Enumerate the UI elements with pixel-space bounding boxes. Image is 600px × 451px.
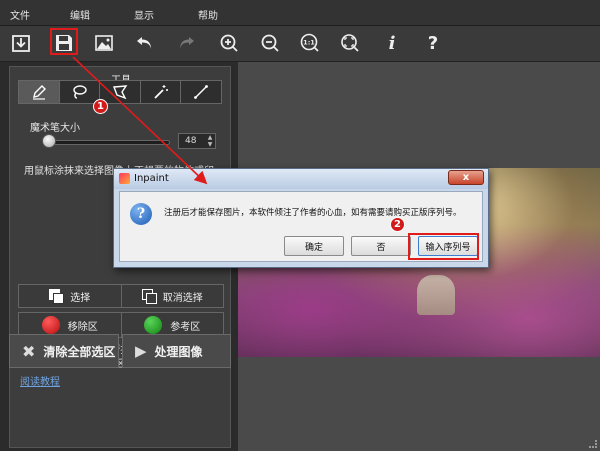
fit-screen-icon[interactable] bbox=[337, 30, 363, 56]
step-2-badge: 2 bbox=[390, 217, 405, 232]
line-icon[interactable] bbox=[181, 81, 221, 103]
process-label: 处理图像 bbox=[154, 344, 203, 359]
serial-highlight-box bbox=[408, 233, 479, 260]
red-dot-icon bbox=[41, 316, 60, 334]
magic-wand-icon[interactable] bbox=[141, 81, 182, 103]
deselect-button[interactable]: 取消选择 bbox=[122, 285, 224, 307]
deselect-label: 取消选择 bbox=[162, 292, 203, 304]
menu-bar: 文件 编辑 显示 帮助 bbox=[0, 0, 600, 26]
select-button[interactable]: 选择 bbox=[19, 285, 122, 307]
clear-all-selection-button[interactable]: ✖ 清除全部选区 bbox=[9, 334, 119, 368]
tool-selector bbox=[18, 80, 222, 104]
help-icon[interactable]: ? bbox=[420, 30, 446, 56]
step-1-badge: 1 bbox=[93, 99, 108, 114]
close-icon[interactable]: x bbox=[448, 170, 484, 185]
toolbar: 1:1 i ? bbox=[0, 26, 600, 62]
clear-all-label: 清除全部选区 bbox=[43, 344, 116, 359]
zoom-in-icon[interactable] bbox=[216, 30, 242, 56]
open-file-icon[interactable] bbox=[8, 30, 34, 56]
close-x-icon: ✖ bbox=[22, 341, 36, 361]
polygon-lasso-icon[interactable] bbox=[100, 81, 141, 103]
green-dot-icon bbox=[144, 316, 163, 334]
spin-up-icon[interactable]: ▲ bbox=[206, 134, 214, 141]
spin-down-icon[interactable]: ▼ bbox=[206, 141, 214, 148]
brush-size-value: 48 bbox=[185, 136, 197, 146]
deselect-icon bbox=[141, 288, 157, 304]
save-highlight-box bbox=[50, 28, 78, 55]
remove-area-label: 移除区 bbox=[67, 321, 98, 333]
menu-file[interactable]: 文件 bbox=[10, 7, 30, 22]
resize-grip[interactable] bbox=[589, 440, 597, 448]
selection-buttons: 选择 取消选择 bbox=[18, 284, 224, 308]
actual-size-label: 1:1 bbox=[303, 39, 315, 47]
process-image-button[interactable]: ▶ 处理图像 bbox=[122, 334, 231, 368]
image-icon[interactable] bbox=[91, 30, 117, 56]
no-button[interactable]: 否 bbox=[351, 236, 411, 256]
brush-size-slider[interactable] bbox=[44, 140, 170, 145]
ok-button[interactable]: 确定 bbox=[284, 236, 344, 256]
question-icon: ? bbox=[130, 203, 152, 225]
undo-icon[interactable] bbox=[132, 30, 158, 56]
menu-view[interactable]: 显示 bbox=[134, 7, 154, 22]
lasso-icon[interactable] bbox=[60, 81, 101, 103]
dialog-message: 注册后才能保存图片，本软件倾注了作者的心血，如有需要请购买正版序列号。 bbox=[164, 208, 462, 218]
select-label: 选择 bbox=[70, 292, 91, 304]
menu-help[interactable]: 帮助 bbox=[198, 7, 218, 22]
redo-icon[interactable] bbox=[173, 30, 199, 56]
dialog-title-bar[interactable]: Inpaint x bbox=[114, 169, 488, 189]
dialog-title: Inpaint bbox=[134, 173, 169, 184]
menu-edit[interactable]: 编辑 bbox=[70, 7, 90, 22]
brush-size-input[interactable]: 48 ▲ ▼ bbox=[178, 133, 216, 149]
pencil-icon[interactable] bbox=[19, 81, 60, 103]
zoom-out-icon[interactable] bbox=[257, 30, 283, 56]
actual-size-icon[interactable]: 1:1 bbox=[297, 30, 323, 56]
app-icon bbox=[119, 173, 130, 184]
slider-knob[interactable] bbox=[42, 134, 56, 148]
reference-area-label: 参考区 bbox=[170, 321, 201, 333]
photo-figure bbox=[417, 275, 455, 315]
select-icon bbox=[49, 288, 65, 304]
tutorial-link[interactable]: 阅读教程 bbox=[20, 373, 60, 388]
play-icon: ▶ bbox=[135, 342, 147, 360]
info-icon[interactable]: i bbox=[379, 30, 405, 56]
brush-size-label: 魔术笔大小 bbox=[30, 123, 80, 134]
